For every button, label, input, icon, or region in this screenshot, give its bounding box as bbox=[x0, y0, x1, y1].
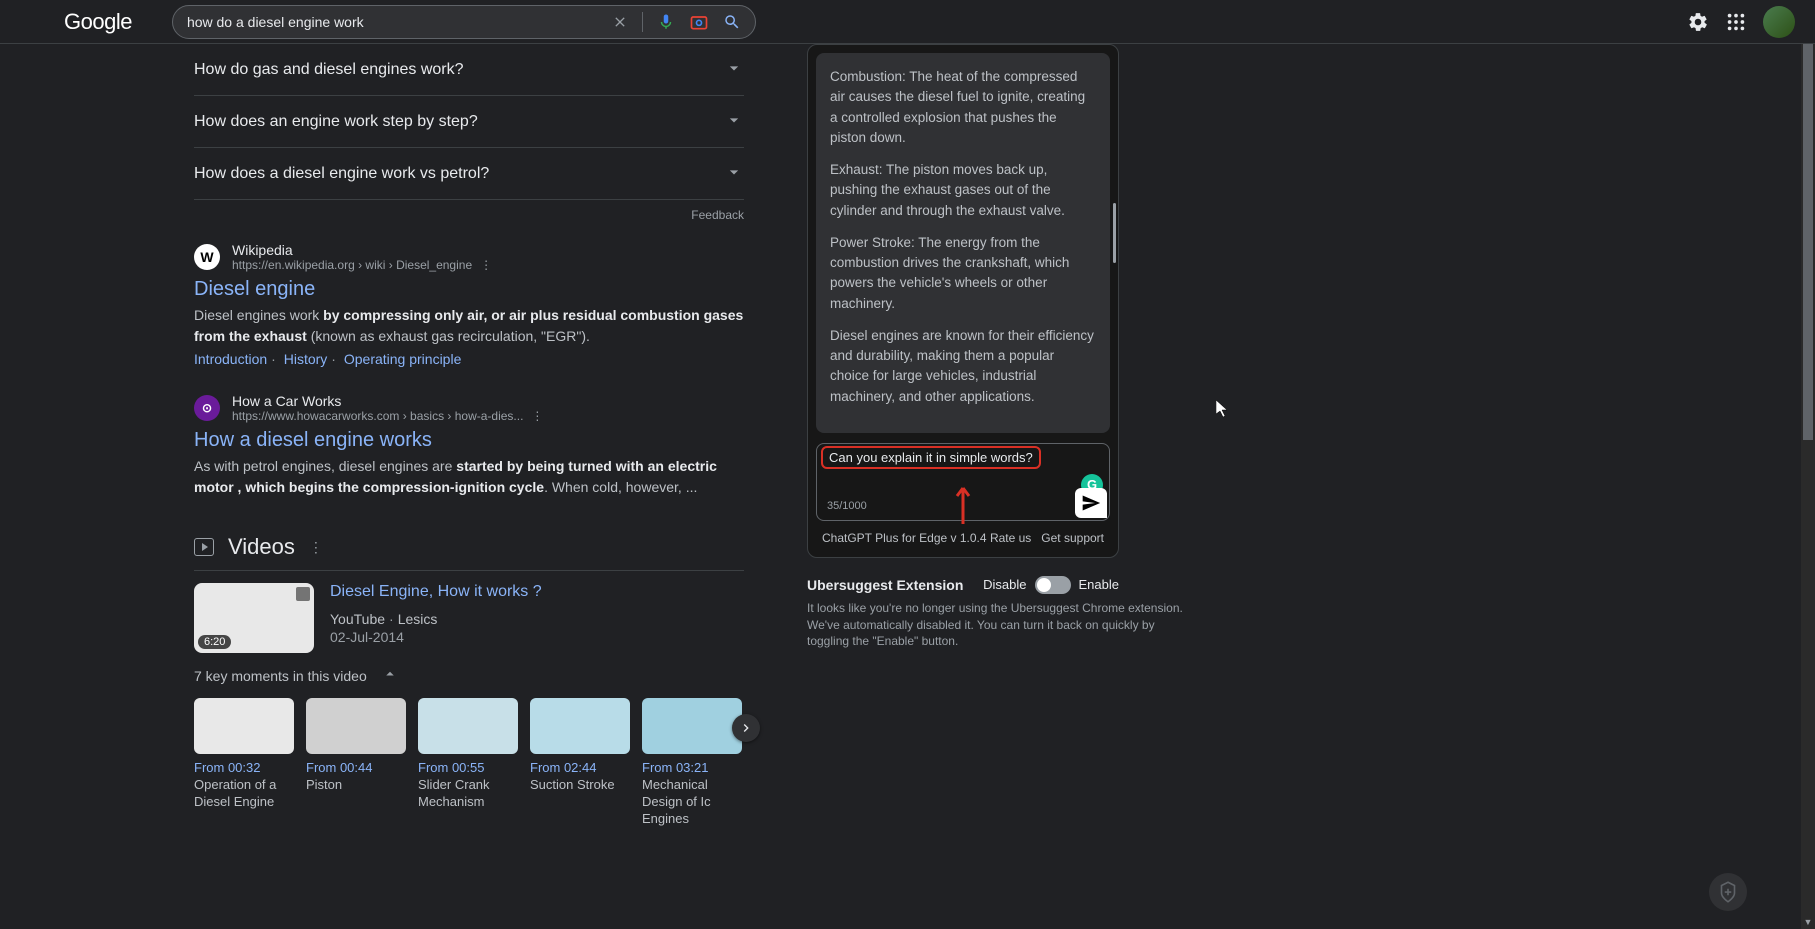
paa-question: How does a diesel engine work vs petrol? bbox=[194, 165, 489, 183]
search-icon[interactable] bbox=[723, 13, 741, 31]
key-moment[interactable]: From 00:55 Slider Crank Mechanism bbox=[418, 698, 518, 828]
extension-floating-icon[interactable] bbox=[1709, 873, 1747, 911]
chat-input-area[interactable]: Can you explain it in simple words? G 35… bbox=[816, 443, 1110, 521]
videos-icon bbox=[194, 538, 214, 556]
key-moment[interactable]: From 00:44 Piston bbox=[306, 698, 406, 828]
sublink[interactable]: History bbox=[284, 351, 328, 367]
disable-label: Disable bbox=[983, 577, 1026, 592]
ubersuggest-description: It looks like you're no longer using the… bbox=[807, 600, 1192, 650]
video-duration: 6:20 bbox=[198, 635, 231, 649]
result-title-link[interactable]: Diesel engine bbox=[194, 278, 744, 301]
chat-scrollbar[interactable] bbox=[1113, 203, 1116, 263]
user-avatar[interactable] bbox=[1763, 6, 1795, 38]
video-meta: YouTube·Lesics bbox=[330, 611, 744, 627]
search-result: ⊙ How a Car Works https://www.howacarwor… bbox=[194, 393, 744, 498]
result-snippet: Diesel engines work by compressing only … bbox=[194, 305, 744, 347]
rate-us-link[interactable]: Rate us bbox=[990, 531, 1031, 545]
char-count: 35/1000 bbox=[827, 500, 867, 512]
more-icon[interactable]: ⋮ bbox=[309, 539, 323, 556]
scroll-down-icon[interactable]: ▼ bbox=[1801, 915, 1815, 929]
paa-item[interactable]: How do gas and diesel engines work? bbox=[194, 44, 744, 96]
search-input[interactable] bbox=[187, 14, 612, 30]
result-snippet: As with petrol engines, diesel engines a… bbox=[194, 456, 744, 498]
more-icon[interactable]: ⋮ bbox=[480, 258, 492, 272]
page-header: Google bbox=[0, 0, 1815, 44]
chevron-down-icon bbox=[724, 110, 744, 133]
result-sublinks: Introduction· History· Operating princip… bbox=[194, 351, 744, 367]
video-thumbnail[interactable]: 6:20 bbox=[194, 583, 314, 653]
paa-item[interactable]: How does a diesel engine work vs petrol? bbox=[194, 148, 744, 200]
result-url: https://www.howacarworks.com › basics › … bbox=[232, 409, 543, 423]
get-support-link[interactable]: Get support bbox=[1041, 531, 1104, 545]
more-icon[interactable]: ⋮ bbox=[531, 409, 543, 423]
result-url: https://en.wikipedia.org › wiki › Diesel… bbox=[232, 258, 492, 272]
wikipedia-favicon: W bbox=[194, 244, 220, 270]
howacarworks-favicon: ⊙ bbox=[194, 395, 220, 421]
videos-section-header: Videos ⋮ bbox=[194, 524, 744, 571]
settings-icon[interactable] bbox=[1687, 11, 1709, 33]
paa-item[interactable]: How does an engine work step by step? bbox=[194, 96, 744, 148]
feedback-link[interactable]: Feedback bbox=[194, 200, 744, 242]
scrollbar-thumb[interactable] bbox=[1803, 20, 1813, 440]
chat-input-text[interactable]: Can you explain it in simple words? bbox=[821, 446, 1041, 469]
mouse-cursor bbox=[1216, 400, 1230, 423]
result-source-name: How a Car Works bbox=[232, 393, 543, 409]
chevron-down-icon bbox=[724, 162, 744, 185]
extension-version: ChatGPT Plus for Edge v 1.0.4 bbox=[822, 531, 987, 545]
result-title-link[interactable]: How a diesel engine works bbox=[194, 429, 744, 452]
key-moment[interactable]: From 00:32 Operation of a Diesel Engine bbox=[194, 698, 294, 828]
send-button[interactable] bbox=[1075, 488, 1107, 518]
sublink[interactable]: Introduction bbox=[194, 351, 267, 367]
google-logo[interactable]: Google bbox=[64, 9, 132, 35]
key-moment[interactable]: From 02:44 Suction Stroke bbox=[530, 698, 630, 828]
chatgpt-panel: Combustion: The heat of the compressed a… bbox=[807, 44, 1119, 558]
apps-icon[interactable] bbox=[1725, 11, 1747, 33]
expand-icon[interactable] bbox=[296, 587, 310, 601]
enable-label: Enable bbox=[1079, 577, 1119, 592]
search-results: How do gas and diesel engines work? How … bbox=[194, 44, 744, 828]
video-result: 6:20 Diesel Engine, How it works ? YouTu… bbox=[194, 583, 744, 653]
search-result: W Wikipedia https://en.wikipedia.org › w… bbox=[194, 242, 744, 367]
voice-search-icon[interactable] bbox=[657, 13, 675, 31]
key-moments-row: From 00:32 Operation of a Diesel Engine … bbox=[194, 698, 744, 828]
key-moment[interactable]: From 03:21 Mechanical Design of Ic Engin… bbox=[642, 698, 742, 828]
paa-question: How does an engine work step by step? bbox=[194, 113, 478, 131]
ubersuggest-title: Ubersuggest Extension bbox=[807, 577, 963, 593]
clear-icon[interactable] bbox=[612, 14, 628, 30]
video-title-link[interactable]: Diesel Engine, How it works ? bbox=[330, 583, 744, 601]
ubersuggest-toggle[interactable] bbox=[1035, 576, 1071, 594]
key-moments-toggle[interactable]: 7 key moments in this video bbox=[194, 665, 744, 686]
sublink[interactable]: Operating principle bbox=[344, 351, 462, 367]
search-bar[interactable] bbox=[172, 5, 756, 39]
ubersuggest-panel: Ubersuggest Extension Disable Enable It … bbox=[807, 576, 1119, 650]
next-button[interactable] bbox=[732, 714, 760, 742]
chevron-down-icon bbox=[724, 58, 744, 81]
chat-response: Combustion: The heat of the compressed a… bbox=[816, 53, 1110, 433]
page-scrollbar[interactable]: ▲ ▼ bbox=[1801, 0, 1815, 929]
image-search-icon[interactable] bbox=[689, 12, 709, 32]
side-panel: Combustion: The heat of the compressed a… bbox=[807, 44, 1119, 650]
videos-heading: Videos bbox=[228, 534, 295, 560]
video-date: 02-Jul-2014 bbox=[330, 629, 744, 645]
result-source-name: Wikipedia bbox=[232, 242, 492, 258]
chat-footer: ChatGPT Plus for Edge v 1.0.4 Rate us Ge… bbox=[816, 521, 1110, 549]
annotation-arrow bbox=[953, 480, 973, 527]
paa-question: How do gas and diesel engines work? bbox=[194, 61, 464, 79]
chevron-up-icon bbox=[381, 665, 399, 686]
